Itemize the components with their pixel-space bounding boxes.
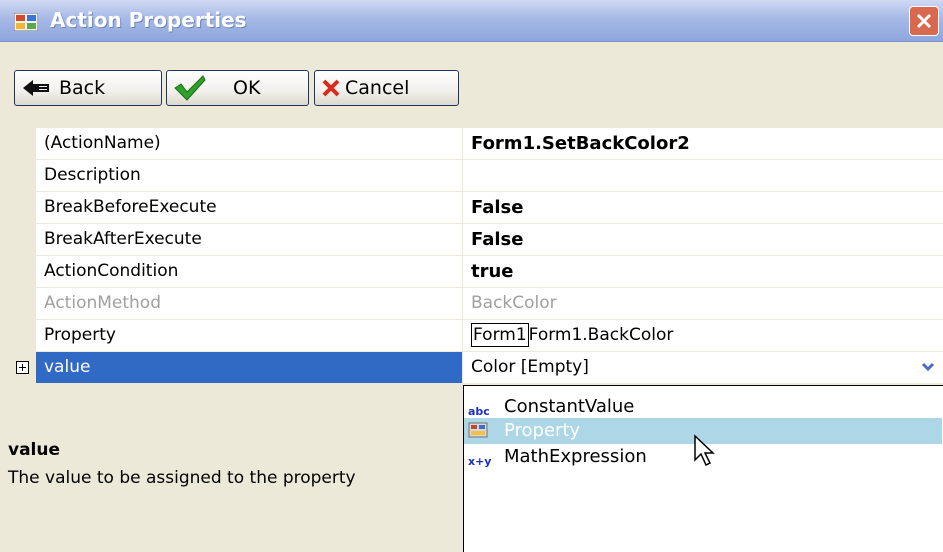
dropdown-item-label: MathExpression	[504, 446, 647, 467]
row-margin	[10, 160, 36, 192]
dropdown-item-label: Property	[504, 420, 581, 441]
row-margin	[10, 352, 36, 384]
grid-row-breakbeforeexecute[interactable]: BreakBeforeExecute False	[10, 192, 943, 224]
property-value[interactable]: False	[463, 224, 943, 256]
property-name: value	[36, 352, 463, 384]
math-xy-icon: x+y	[468, 455, 492, 468]
value-dropdown-list: abc ConstantValue Property x+y MathExpre…	[463, 385, 943, 552]
ok-button[interactable]: OK	[166, 70, 309, 106]
close-button[interactable]	[909, 6, 939, 36]
property-value[interactable]	[463, 160, 943, 192]
grid-row-actionname[interactable]: (ActionName) Form1.SetBackColor2	[10, 128, 943, 160]
property-name: (ActionName)	[36, 128, 463, 160]
app-icon	[14, 13, 38, 31]
dropdown-item-label: ConstantValue	[504, 396, 635, 417]
cancel-x-icon	[322, 79, 340, 97]
grid-row-description[interactable]: Description	[10, 160, 943, 192]
grid-row-actionmethod[interactable]: ActionMethod BackColor	[10, 288, 943, 320]
back-button-label: Back	[59, 77, 106, 99]
cancel-button-label: Cancel	[345, 77, 410, 99]
description-title: value	[8, 440, 61, 460]
row-margin	[10, 224, 36, 256]
property-icon	[468, 422, 488, 438]
window-title: Action Properties	[50, 8, 247, 32]
expand-plus-icon[interactable]	[16, 361, 29, 374]
property-value[interactable]: Form1 Form1.BackColor	[463, 320, 943, 352]
value-combo[interactable]: Color [Empty]	[463, 352, 943, 384]
grid-row-property[interactable]: Property Form1 Form1.BackColor	[10, 320, 943, 352]
grid-row-actioncondition[interactable]: ActionCondition true	[10, 256, 943, 288]
description-pane: value The value to be assigned to the pr…	[0, 426, 463, 552]
back-button[interactable]: Back	[14, 70, 162, 106]
checkmark-icon	[174, 75, 206, 101]
mouse-cursor-icon	[694, 434, 715, 467]
row-margin	[10, 256, 36, 288]
property-name: ActionMethod	[36, 288, 463, 320]
grid-row-value[interactable]: value Color [Empty]	[10, 352, 943, 384]
row-margin	[10, 288, 36, 320]
row-margin	[10, 320, 36, 352]
row-margin	[10, 192, 36, 224]
row-margin	[10, 128, 36, 160]
toolbar: Back OK Cancel	[0, 42, 943, 126]
property-value[interactable]: true	[463, 256, 943, 288]
property-value: BackColor	[463, 288, 943, 320]
property-name: BreakBeforeExecute	[36, 192, 463, 224]
property-name: Description	[36, 160, 463, 192]
description-text: The value to be assigned to the property	[8, 468, 356, 488]
ok-button-label: OK	[233, 77, 261, 99]
property-name: BreakAfterExecute	[36, 224, 463, 256]
value-combo-text: Color [Empty]	[471, 357, 589, 377]
cancel-button[interactable]: Cancel	[314, 70, 459, 106]
back-arrow-icon	[23, 80, 49, 96]
property-grid: (ActionName) Form1.SetBackColor2 Descrip…	[10, 128, 943, 384]
chevron-down-icon[interactable]	[921, 360, 935, 374]
property-value[interactable]: False	[463, 192, 943, 224]
property-name: ActionCondition	[36, 256, 463, 288]
property-value[interactable]: Form1.SetBackColor2	[463, 128, 943, 160]
grid-row-breakafterexecute[interactable]: BreakAfterExecute False	[10, 224, 943, 256]
property-object-box[interactable]: Form1	[471, 323, 529, 347]
close-icon	[916, 13, 932, 29]
property-name: Property	[36, 320, 463, 352]
title-bar: Action Properties	[0, 0, 943, 42]
dropdown-item-constantvalue[interactable]: abc ConstantValue	[464, 394, 942, 420]
property-value-text: Form1.BackColor	[528, 325, 674, 345]
